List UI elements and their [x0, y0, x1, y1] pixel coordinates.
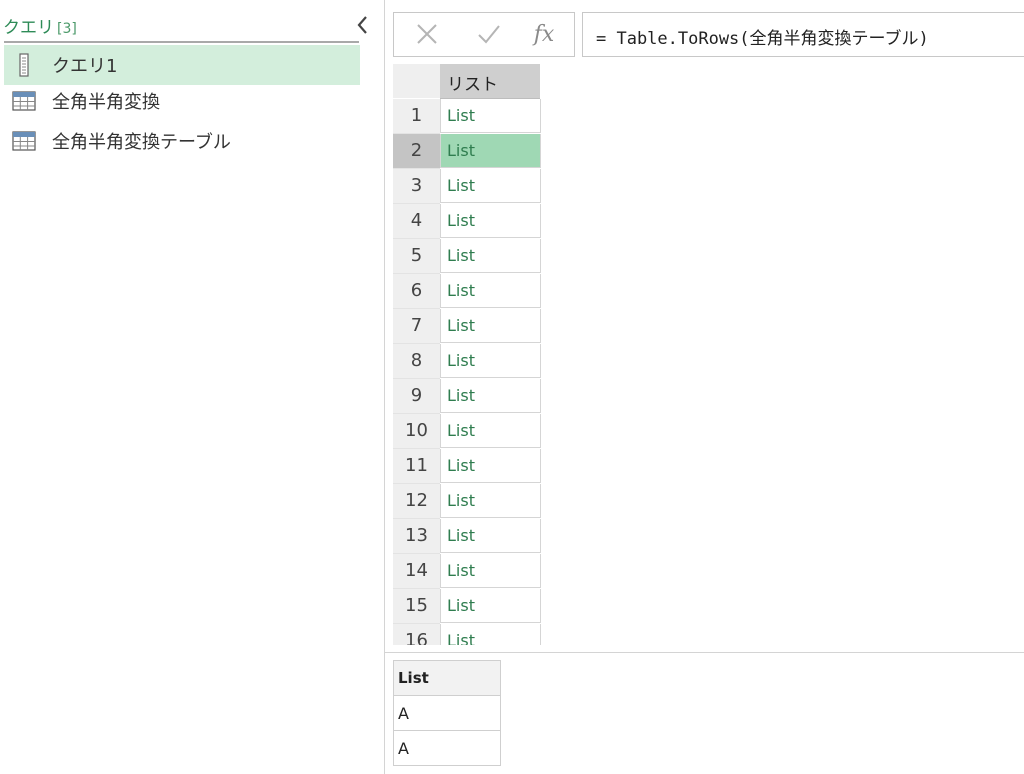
row-number[interactable]: 4 — [393, 204, 440, 239]
query-item-query1[interactable]: クエリ1 — [4, 45, 360, 85]
queries-title-label: クエリ — [3, 18, 54, 38]
insert-function-button[interactable]: fx — [529, 19, 559, 49]
row-number[interactable]: 14 — [393, 554, 440, 589]
list-link[interactable]: List — [447, 176, 475, 195]
row-number[interactable]: 13 — [393, 519, 440, 554]
row-number[interactable]: 3 — [393, 169, 440, 204]
row-number[interactable]: 7 — [393, 309, 440, 344]
list-cell[interactable]: List — [440, 519, 541, 553]
close-icon — [417, 24, 437, 44]
preview-row[interactable]: A — [393, 731, 501, 766]
list-link[interactable]: List — [447, 421, 475, 440]
list-cell[interactable]: List — [440, 274, 541, 308]
row-number[interactable]: 16 — [393, 624, 440, 645]
preview-divider[interactable] — [385, 652, 1024, 653]
formula-controls: fx — [393, 12, 575, 57]
row-number[interactable]: 2 — [393, 134, 440, 169]
list-link[interactable]: List — [447, 351, 475, 370]
pane-header-divider — [4, 41, 359, 43]
query-item-label: クエリ1 — [52, 56, 118, 77]
list-link[interactable]: List — [447, 631, 475, 645]
checkmark-icon — [478, 25, 500, 44]
list-cell[interactable]: List — [440, 169, 541, 203]
list-cell[interactable]: List — [440, 239, 541, 273]
formula-input[interactable]: = Table.ToRows(全角半角変換テーブル) — [582, 12, 1024, 57]
list-cell[interactable]: List — [440, 204, 541, 238]
row-number[interactable]: 8 — [393, 344, 440, 379]
table-icon — [12, 129, 36, 153]
cancel-formula-button[interactable] — [412, 19, 442, 49]
list-cell[interactable]: List — [440, 589, 541, 623]
list-link[interactable]: List — [447, 596, 475, 615]
row-number[interactable]: 1 — [393, 99, 440, 134]
chevron-left-icon — [357, 16, 367, 34]
row-number[interactable]: 6 — [393, 274, 440, 309]
list-cell[interactable]: List — [440, 134, 541, 168]
list-link[interactable]: List — [447, 316, 475, 335]
query-item-label: 全角半角変換 — [52, 92, 160, 113]
list-cell[interactable]: List — [440, 309, 541, 343]
list-cell[interactable]: List — [440, 484, 541, 518]
list-link[interactable]: List — [447, 246, 475, 265]
query-item-zenkaku-hankaku[interactable]: 全角半角変換 — [4, 81, 360, 121]
list-query-icon — [12, 53, 36, 77]
table-icon — [12, 89, 36, 113]
list-link[interactable]: List — [447, 456, 475, 475]
row-number[interactable]: 12 — [393, 484, 440, 519]
query-item-label: 全角半角変換テーブル — [52, 132, 231, 153]
list-cell[interactable]: List — [440, 449, 541, 483]
fx-icon: fx — [533, 21, 555, 47]
row-number[interactable]: 10 — [393, 414, 440, 449]
preview-header: List — [393, 660, 501, 696]
list-preview-table: List A A — [393, 660, 501, 766]
query-item-zenkaku-hankaku-table[interactable]: 全角半角変換テーブル — [4, 121, 360, 161]
list-cell[interactable]: List — [440, 414, 541, 448]
pane-divider[interactable] — [384, 0, 385, 774]
list-link[interactable]: List — [447, 106, 475, 125]
queries-pane-title: クエリ [3] — [3, 13, 77, 38]
preview-header-label: List — [398, 669, 429, 687]
preview-value: A — [398, 704, 409, 723]
formula-text: = Table.ToRows(全角半角変換テーブル) — [596, 29, 929, 49]
column-header[interactable]: リスト — [440, 64, 540, 99]
row-number[interactable]: 11 — [393, 449, 440, 484]
column-header-label: リスト — [447, 75, 498, 95]
data-grid: リスト 1 List 2 List 3 List 4 List 5 List 6 List 7 List 8… — [393, 64, 1024, 645]
list-link[interactable]: List — [447, 211, 475, 230]
grid-corner[interactable] — [393, 64, 441, 98]
list-cell[interactable]: List — [440, 344, 541, 378]
commit-formula-button[interactable] — [474, 19, 504, 49]
list-link[interactable]: List — [447, 561, 475, 580]
queries-count: [3] — [57, 21, 77, 37]
list-cell[interactable]: List — [440, 624, 541, 645]
list-link[interactable]: List — [447, 526, 475, 545]
list-cell[interactable]: List — [440, 554, 541, 588]
row-number[interactable]: 5 — [393, 239, 440, 274]
row-number[interactable]: 9 — [393, 379, 440, 414]
collapse-pane-button[interactable] — [353, 14, 373, 36]
list-link[interactable]: List — [447, 386, 475, 405]
list-cell[interactable]: List — [440, 379, 541, 413]
list-link[interactable]: List — [447, 141, 475, 160]
row-number[interactable]: 15 — [393, 589, 440, 624]
queries-pane: クエリ [3] クエリ1 全角半角変換 全角半角変換テーブル — [0, 0, 384, 774]
list-link[interactable]: List — [447, 281, 475, 300]
list-cell[interactable]: List — [440, 99, 541, 133]
list-link[interactable]: List — [447, 491, 475, 510]
preview-value: A — [398, 739, 409, 758]
preview-row[interactable]: A — [393, 696, 501, 731]
